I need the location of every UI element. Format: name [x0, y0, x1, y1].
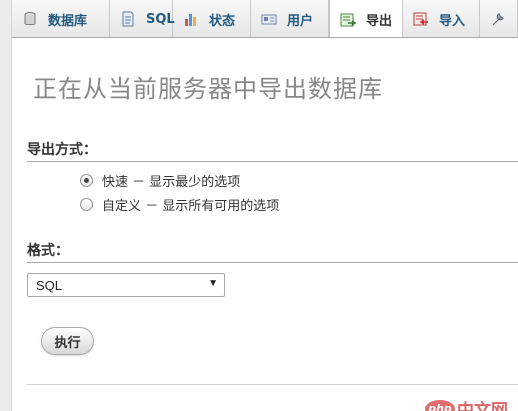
wrench-icon	[492, 13, 504, 26]
tab-settings[interactable]	[480, 0, 518, 37]
tab-sql-label: SQL	[146, 11, 175, 27]
users-icon	[261, 14, 277, 25]
tab-export[interactable]: 导出	[329, 0, 403, 37]
php-logo-icon: php	[425, 399, 455, 411]
export-method-custom-label: 自定义 － 显示所有可用的选项	[102, 199, 280, 214]
tab-sql[interactable]: SQL	[110, 0, 175, 37]
tab-status[interactable]: 状态	[173, 0, 251, 37]
export-method-heading: 导出方式：	[27, 139, 518, 162]
dropdown-arrow-icon: ▼	[208, 278, 218, 289]
left-frame-border	[0, 0, 12, 411]
tab-export-label: 导出	[366, 14, 393, 29]
watermark-text: 中文网	[457, 401, 508, 411]
format-select-value: SQL	[36, 277, 63, 293]
go-button[interactable]: 执行	[41, 327, 94, 355]
tab-databases-label: 数据库	[48, 13, 88, 29]
import-icon	[413, 12, 428, 26]
format-heading: 格式：	[27, 240, 518, 263]
radio-quick[interactable]	[80, 174, 93, 187]
tab-databases[interactable]: 数据库	[12, 0, 110, 37]
tab-users[interactable]: 用户	[251, 0, 329, 37]
watermark: php 中文网	[425, 396, 508, 411]
tab-import-label: 导入	[439, 13, 466, 29]
export-method-quick-label: 快速 － 显示最少的选项	[102, 175, 241, 190]
sql-document-icon	[122, 11, 134, 27]
format-select[interactable]: SQL ▼	[27, 273, 225, 297]
database-icon	[24, 12, 36, 26]
top-tab-bar: 数据库 SQL 状态 用户 导出 导入	[12, 0, 518, 38]
tab-import[interactable]: 导入	[403, 0, 480, 37]
export-icon	[340, 13, 356, 26]
export-method-custom-option[interactable]: 自定义 － 显示所有可用的选项	[80, 195, 279, 214]
tab-status-label: 状态	[209, 13, 236, 29]
bottom-divider	[27, 384, 518, 385]
export-method-quick-option[interactable]: 快速 － 显示最少的选项	[80, 171, 240, 190]
status-chart-icon	[185, 14, 196, 26]
radio-custom[interactable]	[80, 198, 93, 211]
tab-users-label: 用户	[287, 13, 314, 29]
page-title: 正在从当前服务器中导出数据库	[33, 75, 383, 103]
